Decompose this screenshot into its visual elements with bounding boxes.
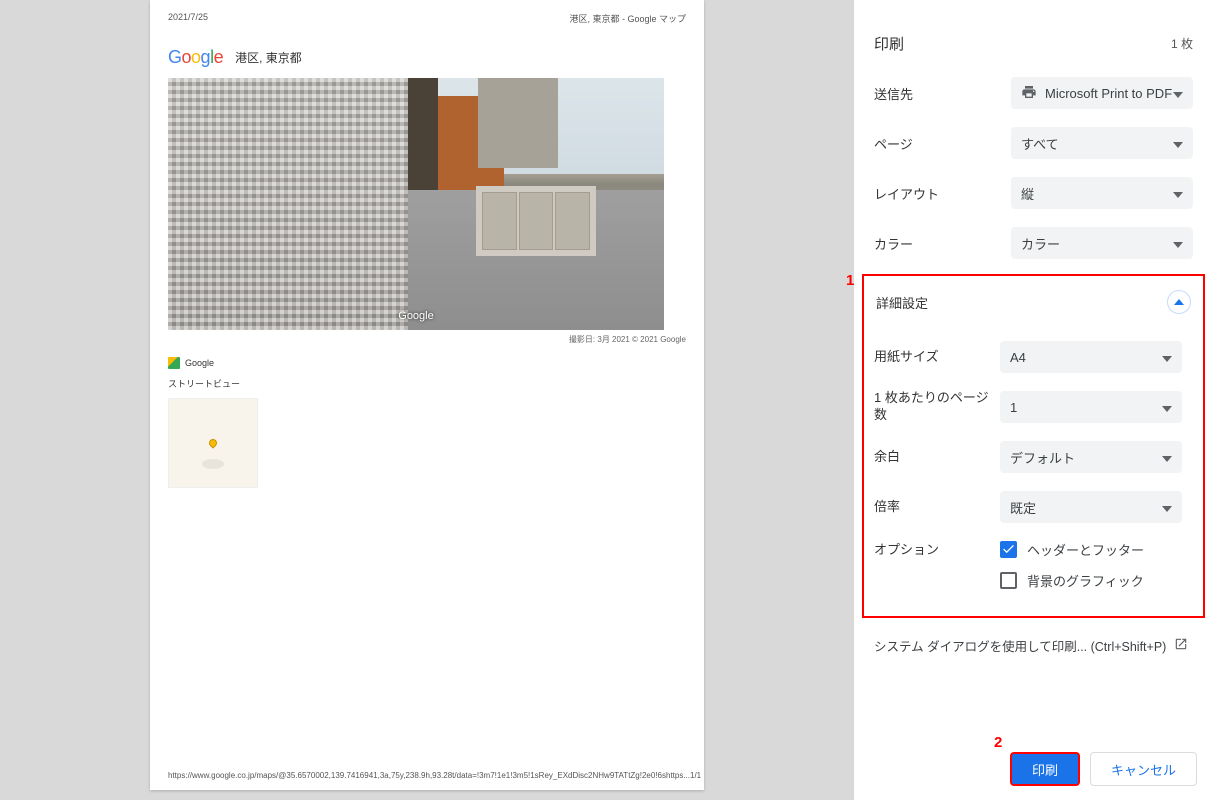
annotation-2: 2 [994, 734, 1002, 751]
photo-watermark: Google [398, 310, 433, 322]
provider-row: Google [168, 357, 686, 369]
margin-label: 余白 [874, 449, 1000, 466]
footer-page-num: 1/1 [690, 771, 701, 780]
chevron-down-icon [1162, 350, 1172, 365]
printer-icon [1021, 84, 1045, 103]
page-header: 2021/7/25 港区, 東京都 - Google マップ [168, 12, 686, 25]
print-preview-area: 2021/7/25 港区, 東京都 - Google マップ Google 港区… [0, 0, 854, 800]
color-select[interactable]: カラー [1011, 227, 1193, 259]
page-count: 1 枚 [1171, 35, 1193, 52]
scale-select[interactable]: 既定 [1000, 491, 1182, 523]
header-footer-checkbox[interactable] [1000, 541, 1017, 558]
streetview-thumbnail [168, 398, 258, 488]
scale-label: 倍率 [874, 499, 1000, 516]
pegman-icon [207, 437, 218, 448]
header-date: 2021/7/25 [168, 12, 208, 25]
paper-size-select[interactable]: A4 [1000, 341, 1182, 373]
chevron-down-icon [1162, 450, 1172, 465]
footer-url: https://www.google.co.jp/maps/@35.657000… [168, 771, 690, 780]
cancel-button-label: キャンセル [1111, 760, 1176, 779]
streetview-photo: Google [168, 78, 664, 330]
layout-select[interactable]: 縦 [1011, 177, 1193, 209]
chevron-down-icon [1173, 86, 1183, 101]
panel-title: 印刷 [874, 33, 904, 54]
footer-buttons: 2 印刷 キャンセル [1010, 752, 1197, 786]
pages-per-sheet-label: 1 枚あたりのページ数 [874, 390, 1000, 424]
title-row: Google 港区, 東京都 [168, 47, 686, 68]
chevron-down-icon [1173, 136, 1183, 151]
print-panel: 印刷 1 枚 送信先 Microsoft Print to PDF ページ すべ… [854, 0, 1213, 800]
header-title: 港区, 東京都 - Google マップ [569, 12, 686, 25]
cancel-button[interactable]: キャンセル [1090, 752, 1197, 786]
external-link-icon [1174, 637, 1188, 654]
color-label: カラー [874, 234, 913, 253]
provider-icon [168, 357, 180, 369]
header-footer-option: ヘッダーとフッター [1027, 540, 1144, 559]
chevron-down-icon [1173, 186, 1183, 201]
layout-label: レイアウト [874, 184, 939, 203]
advanced-settings-box: 1 詳細設定 用紙サイズ A4 1 枚あたりのページ数 1 余白 デフォルト [862, 274, 1205, 618]
page-footer: https://www.google.co.jp/maps/@35.657000… [168, 771, 686, 780]
chevron-down-icon [1173, 236, 1183, 251]
advanced-label: 詳細設定 [876, 293, 928, 312]
paper-size-value: A4 [1010, 350, 1026, 365]
google-logo: Google [168, 47, 223, 68]
background-graphics-checkbox[interactable] [1000, 572, 1017, 589]
provider-name: Google [185, 358, 214, 368]
photo-caption: 撮影日: 3月 2021 © 2021 Google [168, 334, 686, 345]
background-graphics-option: 背景のグラフィック [1027, 571, 1144, 590]
destination-label: 送信先 [874, 84, 913, 103]
margin-select[interactable]: デフォルト [1000, 441, 1182, 473]
color-value: カラー [1021, 234, 1060, 253]
layout-value: 縦 [1021, 184, 1034, 203]
system-dialog-text: システム ダイアログを使用して印刷... (Ctrl+Shift+P) [874, 636, 1166, 655]
system-dialog-link[interactable]: システム ダイアログを使用して印刷... (Ctrl+Shift+P) [854, 618, 1213, 673]
margin-value: デフォルト [1010, 448, 1075, 467]
chevron-down-icon [1162, 500, 1172, 515]
collapse-button[interactable] [1167, 290, 1191, 314]
chevron-down-icon [1162, 400, 1172, 415]
pages-label: ページ [874, 134, 913, 153]
pages-per-sheet-select[interactable]: 1 [1000, 391, 1182, 423]
preview-page: 2021/7/25 港区, 東京都 - Google マップ Google 港区… [150, 0, 704, 790]
scale-value: 既定 [1010, 498, 1036, 517]
destination-value: Microsoft Print to PDF [1045, 86, 1172, 101]
panel-title-row: 印刷 1 枚 [874, 18, 1193, 68]
pages-value: すべて [1021, 134, 1059, 153]
pages-select[interactable]: すべて [1011, 127, 1193, 159]
streetview-label: ストリートビュー [168, 377, 686, 390]
options-label: オプション [874, 542, 1000, 559]
paper-size-label: 用紙サイズ [874, 349, 1000, 366]
print-button-label: 印刷 [1032, 760, 1058, 779]
location-title: 港区, 東京都 [235, 49, 302, 66]
pages-per-sheet-value: 1 [1010, 400, 1017, 415]
print-button[interactable]: 2 印刷 [1010, 752, 1080, 786]
annotation-1: 1 [846, 272, 854, 289]
destination-select[interactable]: Microsoft Print to PDF [1011, 77, 1193, 109]
